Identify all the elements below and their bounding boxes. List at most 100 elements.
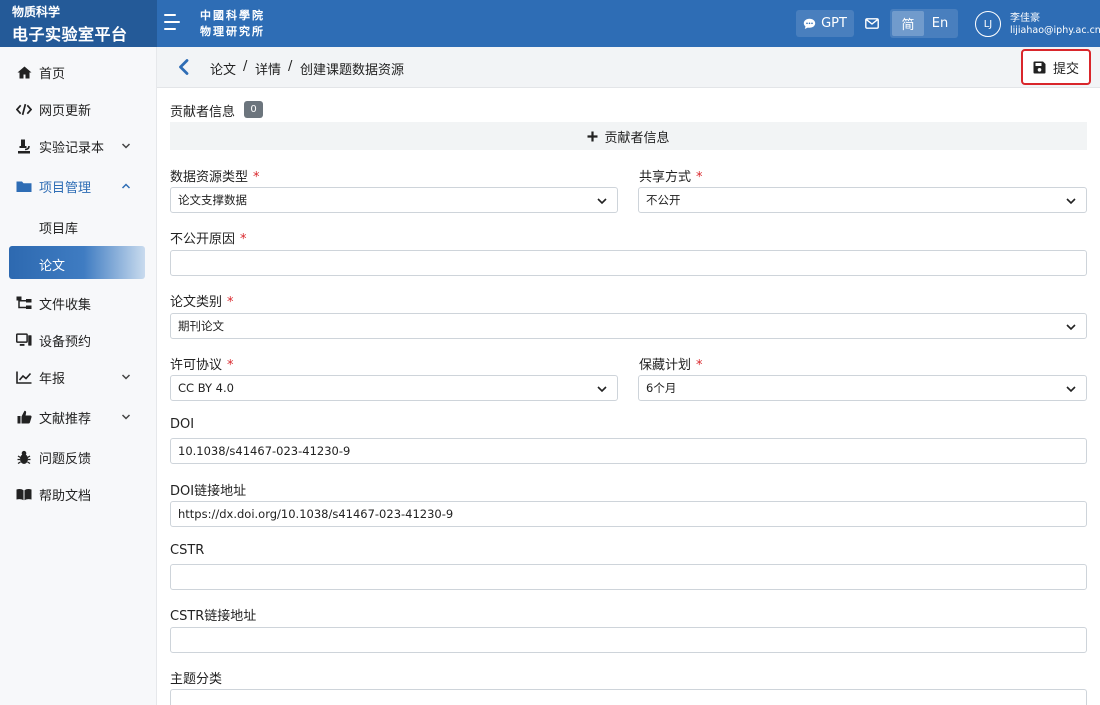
- desktop-icon: [16, 332, 32, 348]
- required-mark: *: [696, 170, 703, 185]
- sidebar-item-feedback[interactable]: 问题反馈: [0, 442, 157, 472]
- envelope-icon: [865, 18, 879, 29]
- select-value: 论文支撑数据: [178, 193, 247, 207]
- label-text: 保藏计划: [639, 358, 692, 373]
- sidebar-item-label: 问题反馈: [39, 451, 92, 467]
- microscope-icon: [16, 138, 32, 154]
- chevron-down-icon: [1066, 198, 1076, 205]
- subject-label: 主题分类: [170, 672, 223, 687]
- home-icon: [16, 64, 32, 80]
- add-contributor-label: 贡献者信息: [604, 130, 670, 146]
- user-name[interactable]: 李佳豪: [1010, 9, 1040, 24]
- sidebar-item-project-management[interactable]: 项目管理: [0, 171, 157, 201]
- chevron-up-icon: [121, 183, 131, 189]
- code-icon: [16, 101, 32, 117]
- doi-input[interactable]: 10.1038/s41467-023-41230-9: [170, 438, 1087, 464]
- sidebar-subitem-project-library[interactable]: 项目库: [0, 211, 157, 241]
- lang-zh-button[interactable]: 简: [892, 11, 924, 36]
- submit-label: 提交: [1052, 61, 1079, 77]
- subject-input[interactable]: [170, 689, 1087, 705]
- sidebar-item-label: 项目库: [39, 222, 79, 237]
- sidebar: 首页 网页更新 实验记录本 项目管理 项目库 论文 文件收集 设备预约 年报 文…: [0, 47, 157, 705]
- doi-url-input[interactable]: https://dx.doi.org/10.1038/s41467-023-41…: [170, 501, 1087, 527]
- sidebar-item-label: 文件收集: [39, 297, 92, 313]
- embargo-label: 保藏计划 *: [639, 354, 703, 373]
- private-reason-label: 不公开原因 *: [170, 228, 247, 247]
- sidebar-item-label: 论文: [39, 259, 66, 274]
- sidebar-item-label: 网页更新: [39, 103, 92, 119]
- required-mark: *: [253, 170, 260, 185]
- breadcrumb-separator: /: [288, 59, 293, 74]
- language-switch: 简 En: [890, 9, 958, 38]
- brand[interactable]: 物质科学 电子实验室平台: [0, 0, 157, 47]
- license-select[interactable]: CC BY 4.0: [170, 375, 618, 401]
- chart-line-icon: [16, 369, 32, 385]
- breadcrumb-papers[interactable]: 论文: [210, 59, 236, 78]
- sidebar-subitem-papers[interactable]: 论文: [9, 246, 145, 279]
- mail-button[interactable]: [858, 10, 886, 37]
- plus-icon: [587, 131, 598, 141]
- select-value: 6个月: [646, 381, 677, 395]
- breadcrumb-details[interactable]: 详情: [255, 59, 281, 78]
- sidebar-item-label: 年报: [39, 371, 66, 387]
- sidebar-item-label: 项目管理: [39, 180, 92, 196]
- gpt-button[interactable]: GPT: [796, 10, 854, 37]
- avatar[interactable]: LJ: [975, 11, 1001, 37]
- share-mode-label: 共享方式 *: [639, 166, 703, 185]
- label-text: 数据资源类型: [170, 170, 249, 185]
- chevron-down-icon: [1066, 324, 1076, 331]
- sidebar-item-web-updates[interactable]: 网页更新: [0, 94, 157, 124]
- sidebar-item-label: 文献推荐: [39, 411, 92, 427]
- share-mode-select[interactable]: 不公开: [638, 187, 1087, 213]
- breadcrumb-bar: 论文 / 详情 / 创建课题数据资源 提交: [157, 47, 1100, 88]
- bug-icon: [16, 449, 32, 465]
- lang-en-button[interactable]: En: [924, 11, 956, 36]
- license-label: 许可协议 *: [170, 354, 234, 373]
- required-mark: *: [696, 358, 703, 373]
- sidebar-item-lab-notebook[interactable]: 实验记录本: [0, 131, 157, 161]
- sidebar-item-label: 设备预约: [39, 334, 92, 350]
- resource-type-label: 数据资源类型 *: [170, 166, 260, 185]
- brand-title: 电子实验室平台: [12, 25, 128, 44]
- add-contributor-button[interactable]: 贡献者信息: [170, 122, 1087, 150]
- back-arrow-icon[interactable]: [175, 58, 193, 76]
- chevron-down-icon: [1066, 386, 1076, 393]
- doi-label: DOI: [170, 417, 195, 432]
- chevron-down-icon: [121, 374, 131, 380]
- sidebar-item-help-docs[interactable]: 帮助文档: [0, 479, 157, 509]
- institute-logo-line1: 中國科學院: [200, 9, 265, 22]
- gpt-label: GPT: [821, 16, 847, 31]
- sidebar-item-literature-recommendation[interactable]: 文献推荐: [0, 402, 157, 432]
- chat-bubble-icon: [803, 18, 816, 29]
- institute-logo: 中國科學院 物理研究所: [200, 8, 265, 40]
- resource-type-select[interactable]: 论文支撑数据: [170, 187, 618, 213]
- cstr-input[interactable]: [170, 564, 1087, 590]
- contributors-count-badge: 0: [244, 101, 263, 118]
- breadcrumb-current: 创建课题数据资源: [300, 63, 405, 78]
- institute-logo-line2: 物理研究所: [200, 25, 265, 38]
- submit-button[interactable]: 提交: [1021, 49, 1091, 85]
- sidebar-item-home[interactable]: 首页: [0, 57, 157, 87]
- cstr-url-label: CSTR链接地址: [170, 609, 257, 624]
- select-value: 不公开: [646, 193, 681, 207]
- private-reason-input[interactable]: [170, 250, 1087, 276]
- menu-toggle-icon[interactable]: [164, 14, 184, 32]
- label-text: 共享方式: [639, 170, 692, 185]
- paper-category-select[interactable]: 期刊论文: [170, 313, 1087, 339]
- sidebar-item-file-collection[interactable]: 文件收集: [0, 288, 157, 318]
- select-value: 期刊论文: [178, 319, 224, 333]
- chevron-down-icon: [597, 198, 607, 205]
- book-icon: [16, 486, 32, 502]
- sidebar-item-label: 帮助文档: [39, 488, 92, 504]
- doi-url-label: DOI链接地址: [170, 484, 247, 499]
- save-icon: [1033, 61, 1046, 73]
- sidebar-item-annual-report[interactable]: 年报: [0, 362, 157, 392]
- contributors-label: 贡献者信息: [170, 105, 236, 120]
- cstr-url-input[interactable]: [170, 627, 1087, 653]
- embargo-select[interactable]: 6个月: [638, 375, 1087, 401]
- user-email[interactable]: lijiahao@iphy.ac.cn: [1010, 25, 1100, 36]
- chevron-down-icon: [121, 143, 131, 149]
- chevron-down-icon: [121, 414, 131, 420]
- top-bar: 物质科学 电子实验室平台 中國科學院 物理研究所 GPT 简 En LJ 李佳豪…: [0, 0, 1100, 47]
- sidebar-item-equipment-booking[interactable]: 设备预约: [0, 325, 157, 355]
